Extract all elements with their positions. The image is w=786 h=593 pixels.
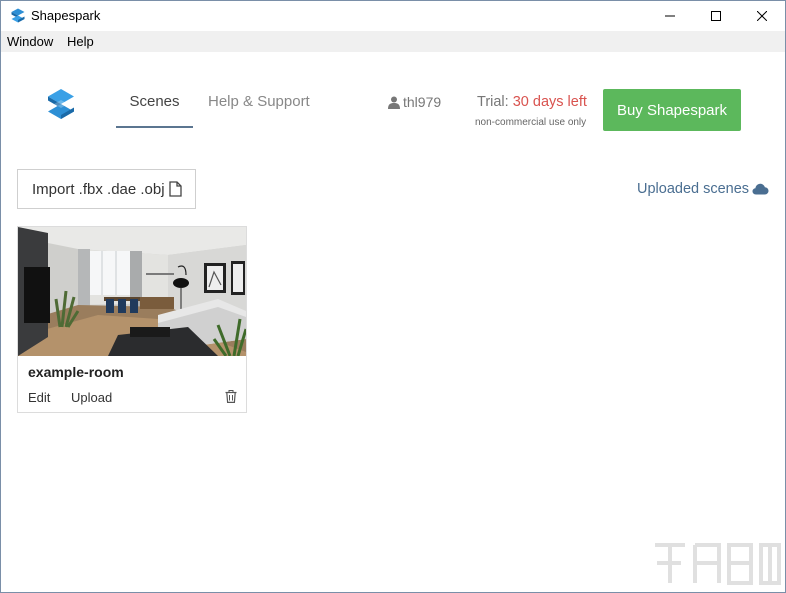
maximize-icon — [711, 11, 721, 21]
minimize-button[interactable] — [647, 1, 693, 31]
scene-card[interactable]: example-room Edit Upload — [17, 226, 247, 413]
scene-name: example-room — [28, 364, 124, 380]
trash-icon[interactable] — [225, 390, 237, 403]
file-icon — [168, 181, 182, 197]
scene-edit-link[interactable]: Edit — [28, 390, 50, 405]
scene-upload-link[interactable]: Upload — [71, 390, 112, 405]
watermark-logo — [655, 543, 781, 585]
trial-status: Trial: 30 days left — [477, 94, 587, 110]
tab-scenes[interactable]: Scenes — [116, 93, 193, 110]
active-tab-indicator — [116, 126, 193, 128]
user-icon — [388, 96, 400, 109]
app-window: Shapespark Window Help Scenes Help & Sup… — [0, 0, 786, 593]
menu-window[interactable]: Window — [7, 34, 53, 49]
title-bar: Shapespark — [1, 1, 785, 31]
import-button[interactable]: Import .fbx .dae .obj — [17, 169, 196, 209]
menu-bar: Window Help — [1, 31, 785, 52]
import-label: Import .fbx .dae .obj — [32, 180, 165, 198]
close-button[interactable] — [739, 1, 785, 31]
uploaded-scenes-link[interactable]: Uploaded scenes — [637, 181, 769, 197]
user-name: thl979 — [403, 94, 442, 110]
trial-note: non-commercial use only — [475, 117, 587, 128]
shapespark-logo-icon[interactable] — [48, 89, 74, 119]
user-account[interactable]: thl979 — [388, 94, 441, 110]
trial-days-left: 30 days left — [512, 94, 587, 110]
minimize-icon — [665, 15, 675, 17]
close-icon — [757, 11, 767, 21]
trial-prefix: Trial: — [477, 94, 513, 110]
uploaded-scenes-label: Uploaded scenes — [637, 181, 750, 197]
shapespark-app-icon — [11, 8, 25, 23]
menu-help[interactable]: Help — [67, 34, 94, 49]
buy-shapespark-button[interactable]: Buy Shapespark — [603, 89, 741, 131]
scene-thumbnail[interactable] — [18, 227, 246, 356]
window-title: Shapespark — [31, 8, 101, 23]
maximize-button[interactable] — [693, 1, 739, 31]
tab-help-support[interactable]: Help & Support — [208, 93, 310, 110]
cloud-icon — [752, 183, 769, 195]
